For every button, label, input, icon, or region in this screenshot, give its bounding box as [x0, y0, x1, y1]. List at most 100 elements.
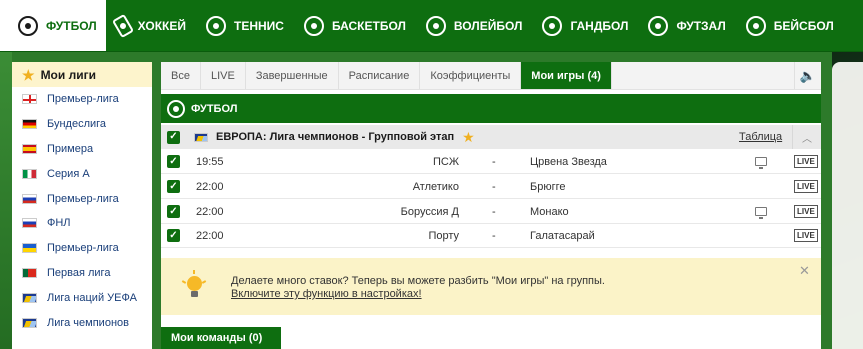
sidebar-item-premier-league-england[interactable]: Премьер-лига	[12, 87, 152, 112]
match-row[interactable]: ✓ 22:00 Порту - Галатасарай LIVE	[161, 224, 821, 248]
section-header-football: ФУТБОЛ	[161, 94, 821, 123]
collapse-chevron-up-icon[interactable]: ︿	[792, 125, 821, 149]
sport-tab-label: ФУТЗАЛ	[676, 18, 726, 33]
match-time: 22:00	[196, 180, 224, 193]
sport-tab-hockey[interactable]: ХОККЕЙ	[106, 0, 196, 51]
sport-tab-baseball[interactable]: БЕЙСБОЛ	[736, 0, 844, 51]
hockey-icon	[111, 13, 134, 38]
live-badge[interactable]: LIVE	[794, 180, 818, 193]
match-row[interactable]: ✓ 22:00 Атлетико - Брюгге LIVE	[161, 175, 821, 199]
soccer-ball-icon	[18, 15, 38, 36]
match-score: -	[492, 205, 496, 218]
sport-tab-handball[interactable]: ГАНДБОЛ	[532, 0, 638, 51]
sidebar-item-primera[interactable]: Примера	[12, 137, 152, 162]
tab-odds[interactable]: Коэффициенты	[420, 62, 522, 89]
my-teams-header[interactable]: Мои команды (0)	[161, 327, 281, 349]
germany-flag-icon	[22, 119, 37, 130]
handball-icon	[542, 15, 563, 36]
match-checkbox[interactable]: ✓	[167, 180, 180, 193]
sidebar-item-label: Примера	[47, 142, 94, 155]
my-leagues-sidebar: ★ Мои лиги Премьер-лига Бундеслига Приме…	[12, 62, 152, 349]
sidebar-item-premier-league-ukraine[interactable]: Премьер-лига	[12, 236, 152, 261]
sidebar-item-label: Лига чемпионов	[47, 316, 129, 329]
baseball-icon	[745, 15, 766, 36]
sport-tab-label: ГАНДБОЛ	[570, 18, 629, 33]
sidebar-item-premier-league-russia[interactable]: Премьер-лига	[12, 186, 152, 211]
sport-nav: ФУТБОЛ ХОККЕЙ ТЕННИС БАСКЕТБОЛ ВОЛЕЙБОЛ …	[0, 0, 863, 52]
sidebar-item-label: Первая лига	[47, 266, 111, 279]
sport-tab-volleyball[interactable]: ВОЛЕЙБОЛ	[416, 0, 533, 51]
tv-icon	[755, 157, 767, 169]
sport-tab-label: БАСКЕТБОЛ	[331, 18, 406, 33]
match-score: -	[492, 155, 496, 168]
match-score: -	[492, 229, 496, 242]
match-row[interactable]: ✓ 19:55 ПСЖ - Црвена Звезда LIVE	[161, 150, 821, 174]
sidebar-item-label: ФНЛ	[47, 217, 71, 230]
match-row[interactable]: ✓ 22:00 Боруссия Д - Монако LIVE	[161, 200, 821, 224]
match-time: 22:00	[196, 229, 224, 242]
background-card	[832, 62, 863, 349]
live-badge[interactable]: LIVE	[794, 205, 818, 218]
sidebar-item-label: Премьер-лига	[47, 93, 119, 106]
league-checkbox[interactable]: ✓	[167, 130, 180, 144]
sport-tab-futsal[interactable]: ФУТЗАЛ	[638, 0, 735, 51]
sport-tab-label: БЕЙСБОЛ	[773, 18, 834, 33]
tab-all[interactable]: Все	[161, 62, 201, 89]
sidebar-item-fnl[interactable]: ФНЛ	[12, 211, 152, 236]
star-icon: ★	[22, 66, 35, 83]
soccer-ball-icon	[167, 99, 185, 118]
sidebar-item-label: Премьер-лига	[47, 192, 119, 205]
filter-tabs: Все LIVE Завершенные Расписание Коэффици…	[161, 62, 821, 90]
match-checkbox[interactable]: ✓	[167, 205, 180, 218]
match-away-team: Црвена Звезда	[530, 155, 607, 168]
tab-finished[interactable]: Завершенные	[246, 62, 339, 89]
live-badge[interactable]: LIVE	[794, 229, 818, 242]
futsal-icon	[648, 15, 669, 36]
favorite-star-icon[interactable]: ★	[462, 130, 475, 144]
russia-flag-icon	[22, 218, 37, 229]
lightbulb-icon	[181, 270, 207, 300]
match-time: 19:55	[196, 155, 224, 168]
sidebar-item-nations-league[interactable]: Лига наций УЕФА	[12, 285, 152, 310]
portugal-flag-icon	[22, 267, 37, 278]
close-icon[interactable]: ✕	[799, 263, 810, 279]
my-leagues-title: Мои лиги	[40, 67, 96, 82]
match-home-team: Боруссия Д	[400, 205, 459, 218]
europe-flag-icon	[22, 317, 37, 328]
league-title[interactable]: ЕВРОПА: Лига чемпионов - Групповой этап	[216, 131, 454, 143]
main-panel: Все LIVE Завершенные Расписание Коэффици…	[161, 62, 821, 349]
match-checkbox[interactable]: ✓	[167, 229, 180, 242]
sidebar-item-champions-league[interactable]: Лига чемпионов	[12, 310, 152, 335]
sport-tab-label: ТЕННИС	[233, 18, 284, 33]
sport-tab-tennis[interactable]: ТЕННИС	[196, 0, 294, 51]
europe-flag-icon	[194, 132, 208, 142]
live-badge[interactable]: LIVE	[794, 155, 818, 168]
sidebar-item-bundesliga[interactable]: Бундеслига	[12, 112, 152, 137]
volleyball-icon	[425, 15, 446, 36]
league-table-link[interactable]: Таблица	[739, 131, 782, 143]
sport-tab-basketball[interactable]: БАСКЕТБОЛ	[294, 0, 416, 51]
italy-flag-icon	[22, 168, 37, 179]
sport-tab-label: ВОЛЕЙБОЛ	[453, 18, 523, 33]
match-checkbox[interactable]: ✓	[167, 155, 180, 168]
tab-schedule[interactable]: Расписание	[339, 62, 421, 89]
europe-flag-icon	[22, 292, 37, 303]
sound-icon[interactable]: 🔈	[794, 62, 821, 89]
basketball-icon	[303, 15, 324, 36]
sidebar-item-label: Бундеслига	[47, 118, 107, 131]
england-flag-icon	[22, 94, 37, 105]
sidebar-item-first-league[interactable]: Первая лига	[12, 261, 152, 286]
match-away-team: Брюгге	[530, 180, 566, 193]
tennis-ball-icon	[205, 15, 226, 36]
tab-live[interactable]: LIVE	[201, 62, 246, 89]
spain-flag-icon	[22, 143, 37, 154]
tv-icon	[755, 207, 767, 219]
sport-tab-label: ХОККЕЙ	[137, 18, 186, 33]
notice-settings-link[interactable]: Включите эту функцию в настройках!	[231, 288, 422, 300]
feature-notice: Делаете много ставок? Теперь вы можете р…	[161, 258, 821, 315]
match-home-team: ПСЖ	[432, 155, 459, 168]
ukraine-flag-icon	[22, 243, 37, 254]
sport-tab-football[interactable]: ФУТБОЛ	[0, 0, 106, 51]
tab-my-games[interactable]: Мои игры (4)	[521, 62, 612, 89]
sidebar-item-serie-a[interactable]: Серия А	[12, 161, 152, 186]
